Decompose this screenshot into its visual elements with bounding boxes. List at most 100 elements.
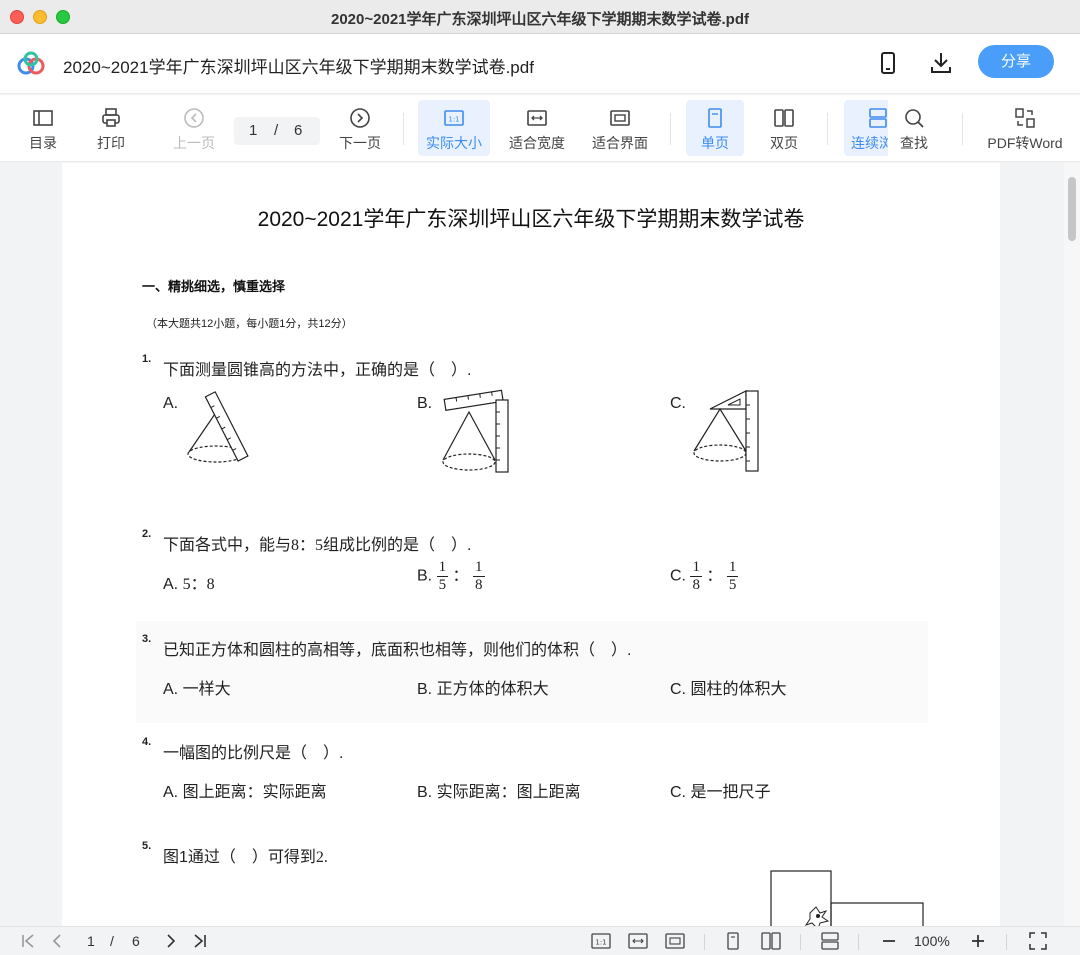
single-page-label: 单页 [701,135,729,151]
app-header: 2020~2021学年广东深圳坪山区六年级下学期期末数学试卷.pdf 分享 [0,34,1080,94]
rotation-figure [770,870,924,926]
prev-circle-icon [184,108,204,128]
double-page-button[interactable]: 双页 [756,100,812,156]
question-text: 已知正方体和圆柱的高相等，底面积也相等，则他们的体积（ ）. [163,642,632,659]
option-label: C. [670,395,686,412]
option-label: C. 圆柱的体积大 [670,681,787,698]
toolbar: 目录 打印 上一页 1 / 6 下一页 1:1 实际大小 适合宽度 适合界面 单… [0,95,1080,162]
window-title: 2020~2021学年广东深圳坪山区六年级下学期期末数学试卷.pdf [331,11,749,28]
cone-ruler-figure-b [442,389,509,473]
first-page-icon[interactable] [20,932,36,950]
option-label: B. [417,395,433,412]
print-label: 打印 [97,135,125,151]
option-label: A. 图上距离：实际距离 [163,784,327,801]
actual-size-icon: 1:1 [444,110,464,126]
next-page-icon[interactable] [164,932,178,950]
status-page-separator: / [110,933,114,949]
single-page-button[interactable]: 单页 [686,100,744,156]
svg-text:1:1: 1:1 [595,939,606,947]
toolbar-divider [827,113,828,145]
share-button[interactable]: 分享 [978,45,1054,78]
toc-icon [33,110,53,126]
document-viewer[interactable]: 2020~2021学年广东深圳坪山区六年级下学期期末数学试卷 一、精挑细选，慎重… [0,163,1080,926]
single-page-icon [708,108,722,128]
question-number: 3. [142,633,152,645]
prev-page-label: 上一页 [173,135,215,151]
question-number: 5. [142,840,152,852]
option-label: B. 实际距离：图上距离 [417,784,581,801]
double-page-icon[interactable] [761,932,781,950]
actual-size-label: 实际大小 [426,135,482,151]
prev-page-button[interactable]: 上一页 [166,100,222,156]
fit-width-label: 适合宽度 [509,135,565,151]
actual-size-icon[interactable]: 1:1 [591,932,611,950]
fit-page-icon [610,110,630,126]
zoom-in-icon[interactable] [971,932,985,950]
fraction: 18 [690,559,702,593]
fit-page-button[interactable]: 适合界面 [586,100,654,156]
last-page-icon[interactable] [192,932,208,950]
status-page-current[interactable]: 1 [87,933,95,949]
fit-width-icon[interactable] [628,932,648,950]
next-page-button[interactable]: 下一页 [332,100,388,156]
option-a: A. 5：8 [163,576,215,593]
status-divider [858,934,859,950]
fit-width-icon [527,110,547,126]
question-number: 2. [142,528,152,540]
next-circle-icon [350,108,370,128]
option-c: C. 18 ： 15 [670,559,739,593]
section-note: （本大题共12小题，每小题1分，共12分） [146,318,353,330]
option-b: B. 15 ： 18 [417,559,485,593]
status-divider [704,934,705,950]
find-button[interactable]: 查找 [890,100,938,156]
search-icon [905,109,924,128]
fraction: 18 [473,559,485,593]
status-divider [800,934,801,950]
status-page-total: 6 [132,933,140,949]
section-title: 一、精挑细选，慎重选择 [142,279,286,294]
question-text: 下面各式中，能与8：5组成比例的是（ ）. [163,537,472,554]
page-separator: / [274,122,279,139]
pdf-to-word-button[interactable]: PDF转Word [982,100,1068,156]
question-text: 图1通过（ ）可得到2. [163,849,328,866]
continuous-icon[interactable] [821,932,839,950]
vertical-scrollbar[interactable] [1064,163,1080,926]
cone-triangle-figure-c [693,390,759,472]
continuous-button[interactable]: 连续浏 [844,100,888,156]
print-button[interactable]: 打印 [86,100,136,156]
fit-width-button[interactable]: 适合宽度 [503,100,571,156]
document-title: 2020~2021学年广东深圳坪山区六年级下学期期末数学试卷 [257,208,805,231]
fit-page-icon[interactable] [665,932,685,950]
option-label: A. [163,395,179,412]
page-current: 1 [249,122,258,139]
question-number: 1. [142,353,152,365]
printer-icon [102,108,120,127]
app-logo-icon [17,51,45,75]
fullscreen-icon[interactable] [1029,932,1047,950]
option-label: A. 一样大 [163,681,231,698]
double-page-label: 双页 [770,135,798,151]
download-icon[interactable] [928,50,954,76]
pdf-page: 2020~2021学年广东深圳坪山区六年级下学期期末数学试卷 一、精挑细选，慎重… [62,163,1000,926]
zoom-out-icon[interactable] [882,932,896,950]
convert-icon [1015,108,1035,128]
page-number-input[interactable]: 1 / 6 [234,117,320,145]
status-divider [1006,934,1007,950]
toolbar-divider [670,113,671,145]
pdf-to-word-label: PDF转Word [987,135,1063,151]
toc-label: 目录 [29,135,57,151]
option-label: C. 是一把尺子 [670,784,771,801]
phone-icon[interactable] [875,50,901,76]
svg-text:1:1: 1:1 [448,116,459,124]
prev-page-icon[interactable] [50,932,64,950]
option-label: B. 正方体的体积大 [417,681,549,698]
actual-size-button[interactable]: 1:1 实际大小 [418,100,490,156]
question-number: 4. [142,736,152,748]
single-page-icon[interactable] [725,932,741,950]
toolbar-divider [403,113,404,145]
toc-button[interactable]: 目录 [18,100,68,156]
next-page-label: 下一页 [339,135,381,151]
zoom-level[interactable]: 100% [914,933,950,949]
scrollbar-thumb[interactable] [1068,177,1076,241]
page-total: 6 [294,122,303,139]
